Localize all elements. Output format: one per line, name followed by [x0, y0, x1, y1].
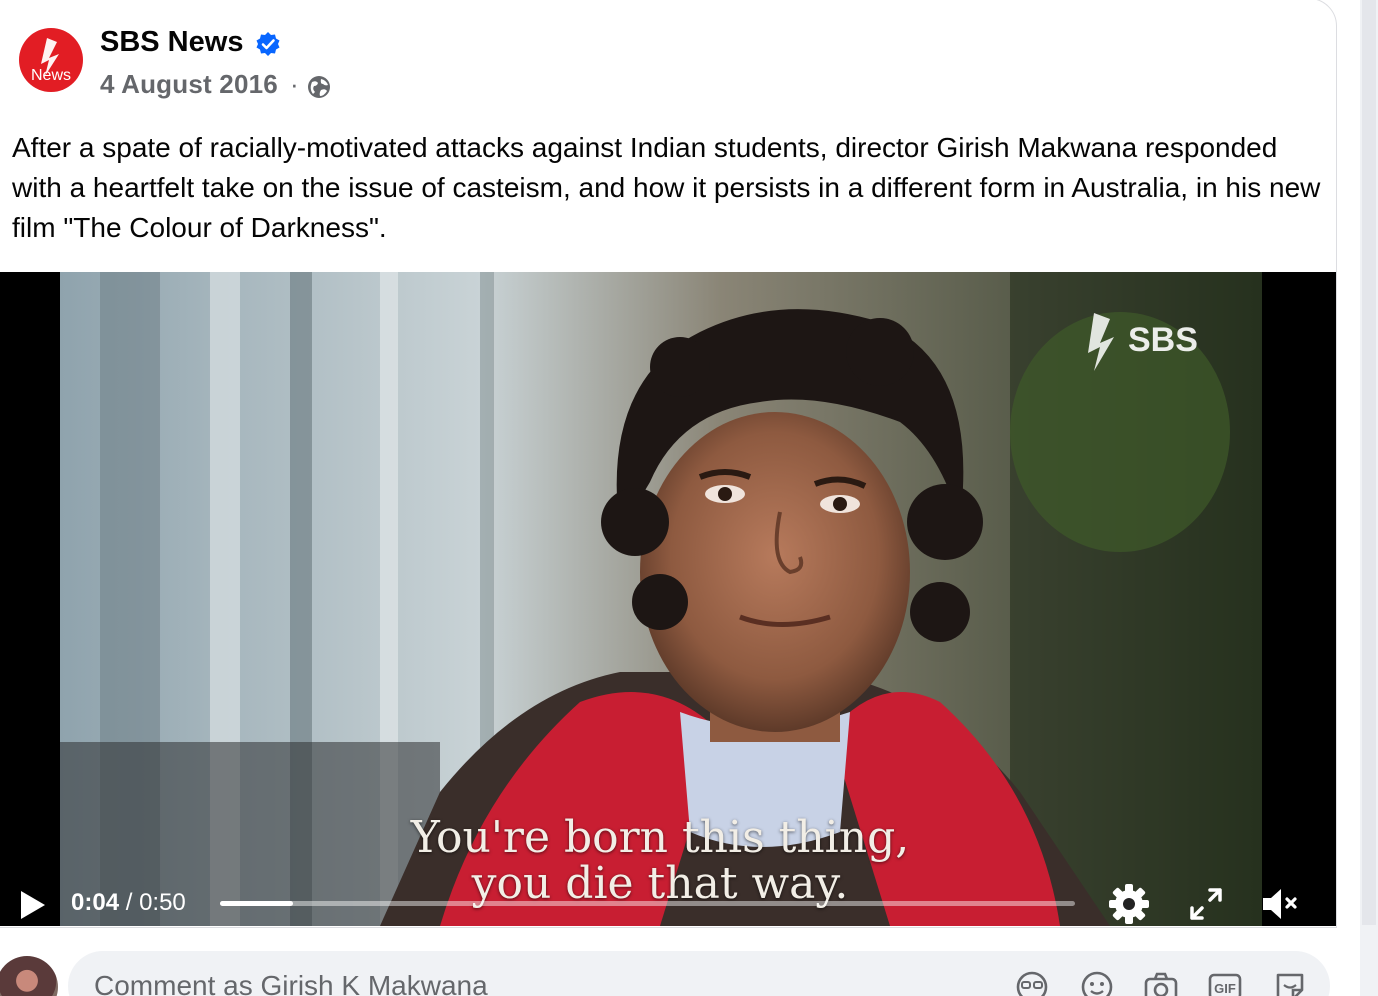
- emoji-icon[interactable]: [1080, 970, 1114, 996]
- verified-badge-icon: [256, 32, 280, 56]
- camera-icon[interactable]: [1143, 970, 1179, 996]
- post-message: After a spate of racially-motivated atta…: [12, 132, 1321, 243]
- commenter-avatar[interactable]: [0, 956, 58, 996]
- page-name-link[interactable]: SBS News: [100, 26, 243, 59]
- duration: 0:50: [139, 889, 186, 916]
- subtitle-line-1: You're born this thing,: [410, 812, 910, 863]
- sbs-watermark: SBS: [1088, 313, 1198, 371]
- sbs-watermark-text: SBS: [1128, 321, 1198, 359]
- svg-text:GIF: GIF: [1214, 981, 1236, 996]
- avatar-sticker-icon[interactable]: [1015, 970, 1049, 996]
- comment-input-placeholder[interactable]: Comment as Girish K Makwana: [94, 970, 488, 996]
- page-avatar[interactable]: News: [19, 28, 83, 92]
- video-progress-bar[interactable]: [220, 901, 1075, 906]
- video-progress-fill: [220, 901, 293, 906]
- settings-gear-icon[interactable]: [1107, 882, 1151, 926]
- post-timestamp-link[interactable]: 4 August 2016: [100, 69, 278, 100]
- globe-icon[interactable]: [306, 74, 332, 100]
- gif-icon[interactable]: GIF: [1207, 970, 1243, 996]
- meta-separator: ·: [290, 69, 299, 99]
- scrollbar-thumb[interactable]: [1362, 0, 1376, 925]
- mute-icon[interactable]: [1261, 886, 1301, 922]
- sticker-icon[interactable]: [1273, 970, 1307, 996]
- page-scrollbar[interactable]: [1360, 0, 1378, 996]
- play-icon[interactable]: [18, 889, 48, 921]
- video-time: 0:04 / 0:50: [71, 889, 186, 917]
- time-separator: /: [125, 889, 133, 916]
- avatar-label: News: [31, 67, 71, 84]
- video-subtitle: You're born this thing, you die that way…: [350, 815, 970, 907]
- fullscreen-icon[interactable]: [1188, 886, 1224, 922]
- current-time: 0:04: [71, 889, 120, 916]
